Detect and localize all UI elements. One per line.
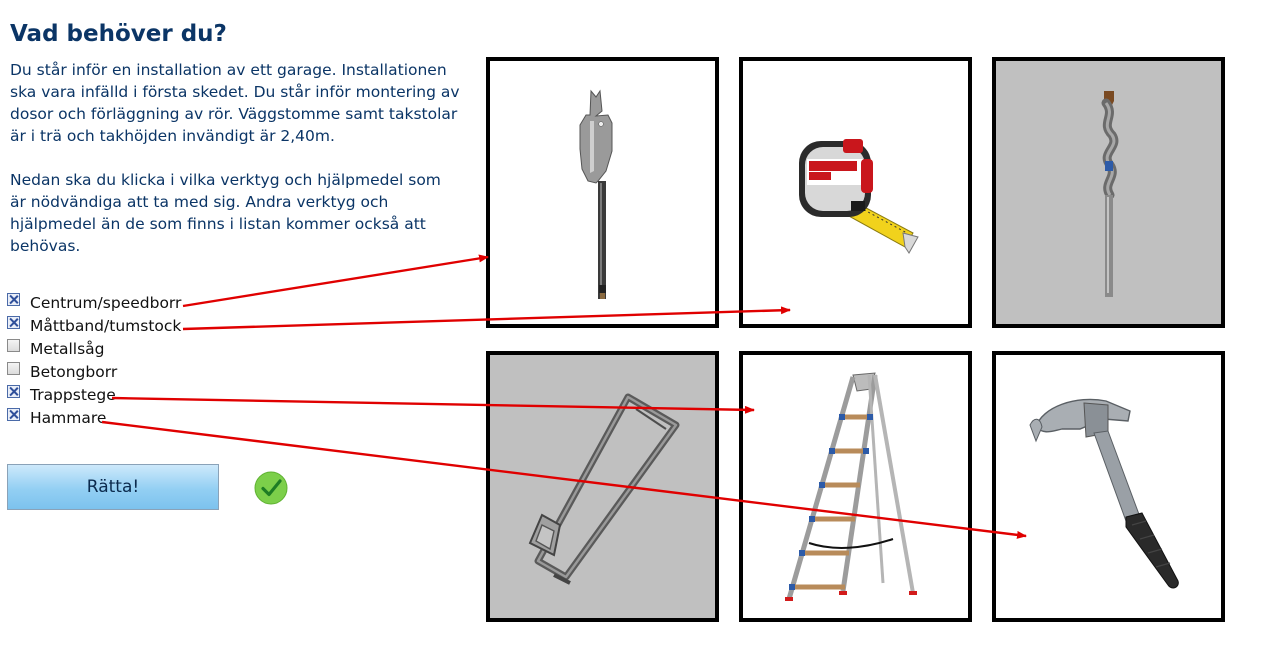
checkbox[interactable] — [7, 338, 20, 352]
hacksaw-image[interactable] — [486, 351, 719, 622]
page-title: Vad behöver du? — [10, 21, 227, 47]
checkbox[interactable] — [7, 361, 20, 375]
check-answers-button[interactable]: Rätta! — [7, 464, 219, 510]
option-betongborr[interactable]: Betongborr — [7, 361, 118, 382]
checkbox[interactable] — [7, 384, 20, 398]
option-hammare[interactable]: Hammare — [7, 407, 107, 428]
option-label: Hammare — [30, 409, 107, 427]
checkmark-circle-icon — [254, 471, 288, 505]
intro-paragraph: Nedan ska du klicka i vilka verktyg och … — [10, 171, 441, 255]
option-label: Metallsåg — [30, 340, 105, 358]
checkbox[interactable] — [7, 315, 20, 329]
option-label: Måttband/tumstock — [30, 317, 182, 335]
masonry-drill-bit-image[interactable] — [992, 57, 1225, 328]
option-trappstege[interactable]: Trappstege — [7, 384, 116, 405]
option-mattband-tumstock[interactable]: Måttband/tumstock — [7, 315, 182, 336]
option-label: Trappstege — [30, 386, 116, 404]
checkbox[interactable] — [7, 407, 20, 421]
checkbox[interactable] — [7, 292, 20, 306]
hammer-image[interactable] — [992, 351, 1225, 622]
intro-paragraph: Du står inför en installation av ett gar… — [10, 61, 460, 145]
option-centrum-speedborr[interactable]: Centrum/speedborr — [7, 292, 182, 313]
instructions: Du står inför en installation av ett gar… — [10, 59, 460, 279]
step-ladder-image[interactable] — [739, 351, 972, 622]
tape-measure-image[interactable] — [739, 57, 972, 328]
option-label: Centrum/speedborr — [30, 294, 182, 312]
option-metallsag[interactable]: Metallsåg — [7, 338, 105, 359]
option-label: Betongborr — [30, 363, 118, 381]
spade-drill-bit-image[interactable] — [486, 57, 719, 328]
